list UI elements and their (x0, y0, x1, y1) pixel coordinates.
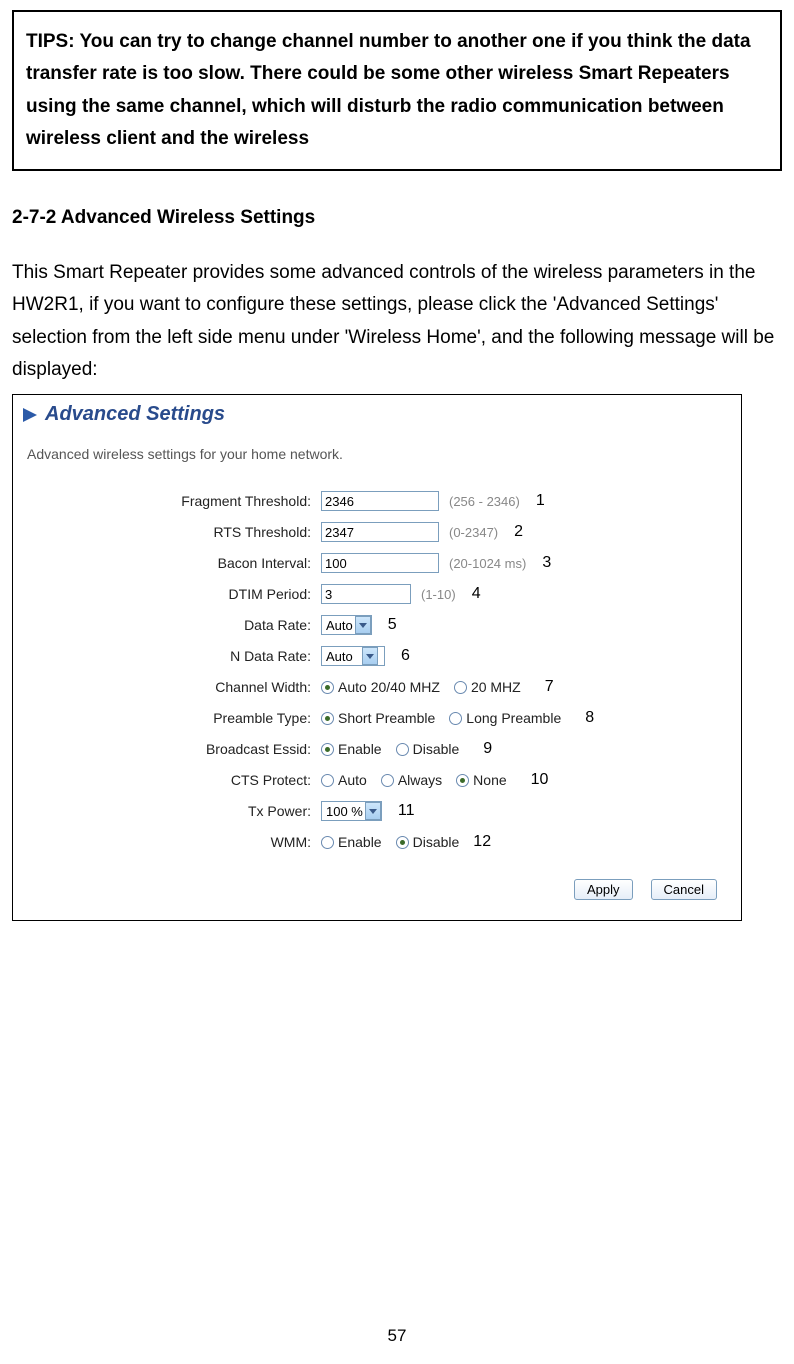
radio-cts-always[interactable]: Always (381, 772, 442, 788)
row-fragment-threshold: Fragment Threshold: (256 - 2346) 1 (21, 488, 733, 514)
annot-12: 12 (473, 833, 491, 851)
label-cts: CTS Protect: (21, 772, 321, 788)
row-bacon-interval: Bacon Interval: (20-1024 ms) 3 (21, 550, 733, 576)
radio-chwidth-20[interactable]: 20 MHZ (454, 679, 521, 695)
select-data-rate-value: Auto (326, 618, 353, 633)
input-rts[interactable] (321, 522, 439, 542)
hint-fragment: (256 - 2346) (449, 494, 520, 509)
radio-bcast-enable[interactable]: Enable (321, 741, 382, 757)
label-dtim: DTIM Period: (21, 586, 321, 602)
radio-icon (396, 743, 409, 756)
select-n-rate[interactable]: Auto (321, 646, 385, 666)
input-dtim[interactable] (321, 584, 411, 604)
label-preamble: Preamble Type: (21, 710, 321, 726)
radio-cts-auto[interactable]: Auto (321, 772, 367, 788)
tips-box: TIPS: You can try to change channel numb… (12, 10, 782, 171)
radio-icon (321, 743, 334, 756)
annot-4: 4 (472, 585, 481, 603)
radio-icon (396, 836, 409, 849)
tips-text: TIPS: You can try to change channel numb… (26, 26, 768, 155)
settings-panel: Advanced Settings Advanced wireless sett… (12, 394, 742, 921)
input-bacon[interactable] (321, 553, 439, 573)
row-tx-power: Tx Power: 100 % 11 (21, 798, 733, 824)
button-row: Apply Cancel (21, 879, 733, 900)
hint-bacon: (20-1024 ms) (449, 556, 526, 571)
label-wmm: WMM: (21, 834, 321, 850)
row-dtim-period: DTIM Period: (1-10) 4 (21, 581, 733, 607)
annot-8: 8 (585, 709, 594, 727)
label-bcast: Broadcast Essid: (21, 741, 321, 757)
cancel-button[interactable]: Cancel (651, 879, 717, 900)
select-data-rate[interactable]: Auto (321, 615, 372, 635)
panel-arrow-icon (21, 406, 39, 424)
annot-10: 10 (531, 771, 549, 789)
label-fragment: Fragment Threshold: (21, 493, 321, 509)
annot-11: 11 (398, 802, 415, 820)
annot-5: 5 (388, 616, 397, 634)
chevron-down-icon (362, 647, 378, 665)
label-rts: RTS Threshold: (21, 524, 321, 540)
hint-rts: (0-2347) (449, 525, 498, 540)
select-n-rate-value: Auto (326, 649, 353, 664)
row-cts-protect: CTS Protect: Auto Always None 10 (21, 767, 733, 793)
row-channel-width: Channel Width: Auto 20/40 MHZ 20 MHZ 7 (21, 674, 733, 700)
select-txpower[interactable]: 100 % (321, 801, 382, 821)
row-data-rate: Data Rate: Auto 5 (21, 612, 733, 638)
radio-icon (381, 774, 394, 787)
annot-7: 7 (545, 678, 554, 696)
radio-icon (456, 774, 469, 787)
annot-9: 9 (483, 740, 492, 758)
radio-icon (449, 712, 462, 725)
radio-cts-none[interactable]: None (456, 772, 506, 788)
input-fragment[interactable] (321, 491, 439, 511)
radio-icon (321, 712, 334, 725)
row-preamble-type: Preamble Type: Short Preamble Long Pream… (21, 705, 733, 731)
row-rts-threshold: RTS Threshold: (0-2347) 2 (21, 519, 733, 545)
radio-preamble-short[interactable]: Short Preamble (321, 710, 435, 726)
panel-title: Advanced Settings (45, 403, 225, 426)
page-number: 57 (0, 1326, 794, 1346)
label-txpower: Tx Power: (21, 803, 321, 819)
annot-2: 2 (514, 523, 523, 541)
hint-dtim: (1-10) (421, 587, 456, 602)
annot-6: 6 (401, 647, 410, 665)
label-chwidth: Channel Width: (21, 679, 321, 695)
annot-3: 3 (542, 554, 551, 572)
label-n-rate: N Data Rate: (21, 648, 321, 664)
section-heading: 2-7-2 Advanced Wireless Settings (12, 207, 782, 229)
radio-icon (321, 836, 334, 849)
intro-text: This Smart Repeater provides some advanc… (12, 257, 782, 386)
radio-preamble-long[interactable]: Long Preamble (449, 710, 561, 726)
chevron-down-icon (355, 616, 371, 634)
panel-header: Advanced Settings (21, 403, 733, 426)
chevron-down-icon (365, 802, 381, 820)
radio-icon (321, 774, 334, 787)
radio-chwidth-auto[interactable]: Auto 20/40 MHZ (321, 679, 440, 695)
label-bacon: Bacon Interval: (21, 555, 321, 571)
radio-bcast-disable[interactable]: Disable (396, 741, 460, 757)
apply-button[interactable]: Apply (574, 879, 633, 900)
panel-desc: Advanced wireless settings for your home… (27, 446, 733, 462)
radio-wmm-enable[interactable]: Enable (321, 834, 382, 850)
radio-icon (454, 681, 467, 694)
select-txpower-value: 100 % (326, 804, 363, 819)
radio-wmm-disable[interactable]: Disable (396, 834, 460, 850)
row-wmm: WMM: Enable Disable 12 (21, 829, 733, 855)
radio-icon (321, 681, 334, 694)
annot-1: 1 (536, 492, 545, 510)
row-broadcast-essid: Broadcast Essid: Enable Disable 9 (21, 736, 733, 762)
label-data-rate: Data Rate: (21, 617, 321, 633)
row-n-data-rate: N Data Rate: Auto 6 (21, 643, 733, 669)
